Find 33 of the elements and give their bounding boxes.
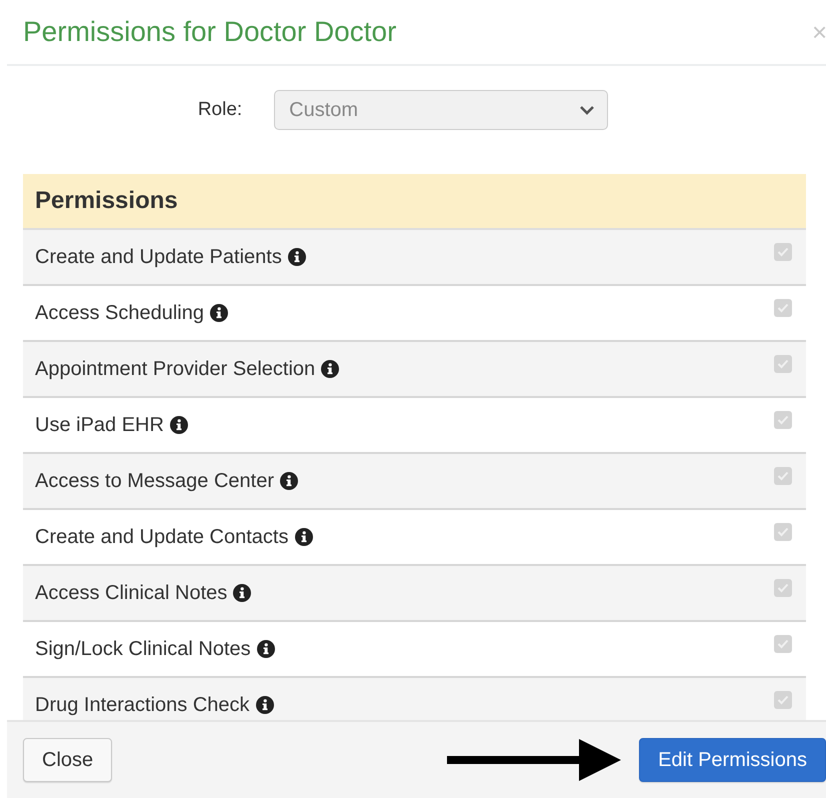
permission-label: Appointment Provider Selection: [35, 358, 316, 380]
permission-label: Drug Interactions Check: [35, 694, 250, 716]
permission-label: Create and Update Patients: [35, 246, 282, 268]
info-icon: [256, 696, 274, 714]
checkmark-icon: [777, 415, 789, 425]
permission-label: Access to Message Center: [35, 470, 274, 492]
dialog-title: Permissions for Doctor Doctor: [23, 16, 396, 48]
chevron-down-icon: [579, 105, 596, 115]
checkmark-icon: [777, 695, 789, 705]
permission-label: Access Clinical Notes: [35, 582, 228, 604]
checkmark-icon: [777, 639, 789, 649]
info-icon: [233, 584, 252, 602]
role-label: Role:: [198, 99, 242, 121]
permission-label: Access Scheduling: [35, 302, 204, 324]
close-button[interactable]: Close: [23, 738, 112, 782]
info-icon: [280, 472, 298, 490]
permission-label: Sign/Lock Clinical Notes: [35, 638, 251, 660]
info-icon: [210, 304, 228, 322]
permissions-header: Permissions: [23, 174, 806, 230]
checkmark-icon: [777, 471, 789, 481]
edit-permissions-button[interactable]: Edit Permissions: [639, 738, 826, 782]
info-icon: [321, 360, 340, 378]
info-icon: [294, 528, 312, 546]
permission-label: Create and Update Contacts: [35, 526, 288, 548]
checkmark-icon: [777, 359, 789, 369]
info-icon: [256, 640, 275, 658]
checkmark-icon: [777, 247, 789, 257]
checkmark-icon: [777, 303, 789, 313]
info-icon: [288, 248, 306, 266]
checkmark-icon: [777, 527, 789, 537]
permission-label: Use iPad EHR: [35, 414, 164, 436]
checkmark-icon: [777, 583, 789, 593]
info-icon: [170, 416, 188, 434]
